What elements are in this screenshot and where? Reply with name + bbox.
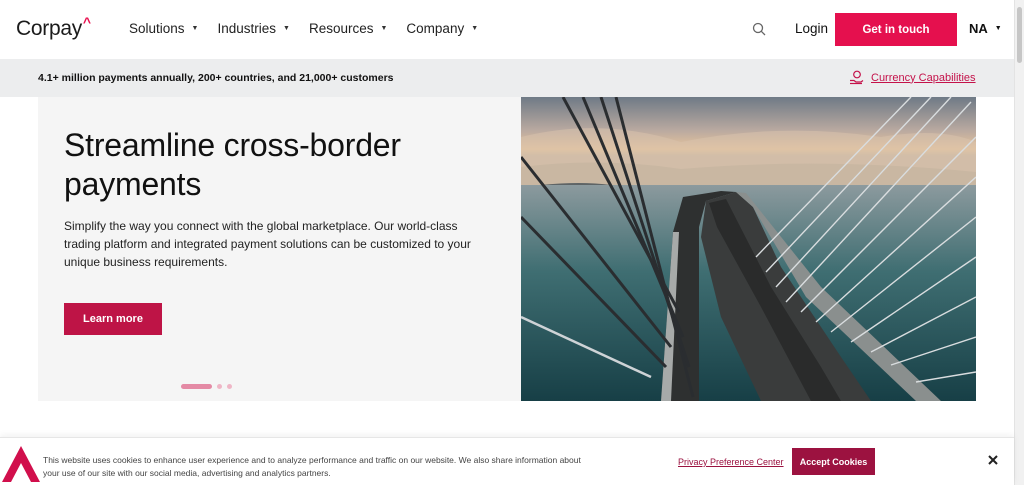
caret-down-icon: ▼: [994, 25, 1002, 32]
hero-title: Streamline cross-border payments: [64, 127, 401, 202]
stats-text: 4.1+ million payments annually, 200+ cou…: [38, 72, 394, 84]
nav-label: Resources: [308, 21, 374, 36]
region-selector[interactable]: NA ▼: [969, 21, 1002, 36]
region-label: NA: [969, 21, 988, 36]
nav-industries[interactable]: Industries ▼: [217, 21, 289, 36]
bridge-photo: [521, 97, 976, 401]
caret-down-icon: ▼: [283, 25, 290, 32]
page-scrollbar[interactable]: [1014, 0, 1024, 485]
carousel-indicators: [181, 384, 232, 389]
scrollbar-thumb[interactable]: [1017, 7, 1022, 63]
search-icon[interactable]: [752, 22, 766, 36]
nav-resources[interactable]: Resources ▼: [309, 21, 387, 36]
cookie-message: This website uses cookies to enhance use…: [43, 455, 581, 478]
carousel-dot[interactable]: [217, 384, 222, 389]
accept-cookies-button[interactable]: Accept Cookies: [792, 448, 875, 475]
corpay-mark-icon: [2, 446, 40, 482]
logo-text: Corpay: [16, 17, 82, 40]
nav-label: Company: [406, 21, 465, 36]
nav-company[interactable]: Company ▼: [406, 21, 478, 36]
hero-image-bridge: [521, 97, 976, 401]
logo-caret: ^: [82, 14, 91, 30]
carousel-dot[interactable]: [227, 384, 232, 389]
caret-down-icon: ▼: [191, 25, 199, 32]
site-header: Corpay^ Solutions ▼ Industries ▼ Resourc…: [0, 0, 1014, 59]
stats-strip: 4.1+ million payments annually, 200+ cou…: [0, 59, 1014, 97]
login-link[interactable]: Login: [795, 21, 828, 36]
corpay-logo[interactable]: Corpay^: [16, 14, 91, 41]
currency-capabilities-link[interactable]: Currency Capabilities: [849, 70, 976, 85]
main-nav: Solutions ▼ Industries ▼ Resources ▼ Com…: [129, 21, 497, 36]
currency-link-label: Currency Capabilities: [871, 71, 976, 84]
carousel-dot-active[interactable]: [181, 384, 212, 389]
nav-solutions[interactable]: Solutions ▼: [129, 21, 198, 36]
learn-more-button[interactable]: Learn more: [64, 303, 162, 335]
hero-description: Simplify the way you connect with the gl…: [64, 219, 471, 269]
close-icon[interactable]: [986, 453, 1000, 467]
nav-label: Industries: [217, 21, 277, 36]
privacy-preference-link[interactable]: Privacy Preference Center: [678, 457, 784, 467]
cookie-banner: This website uses cookies to enhance use…: [0, 437, 1014, 485]
caret-down-icon: ▼: [380, 25, 388, 32]
caret-down-icon: ▼: [471, 25, 479, 32]
get-in-touch-button[interactable]: Get in touch: [835, 13, 957, 46]
nav-label: Solutions: [129, 21, 185, 36]
currency-exchange-icon: [850, 70, 864, 85]
